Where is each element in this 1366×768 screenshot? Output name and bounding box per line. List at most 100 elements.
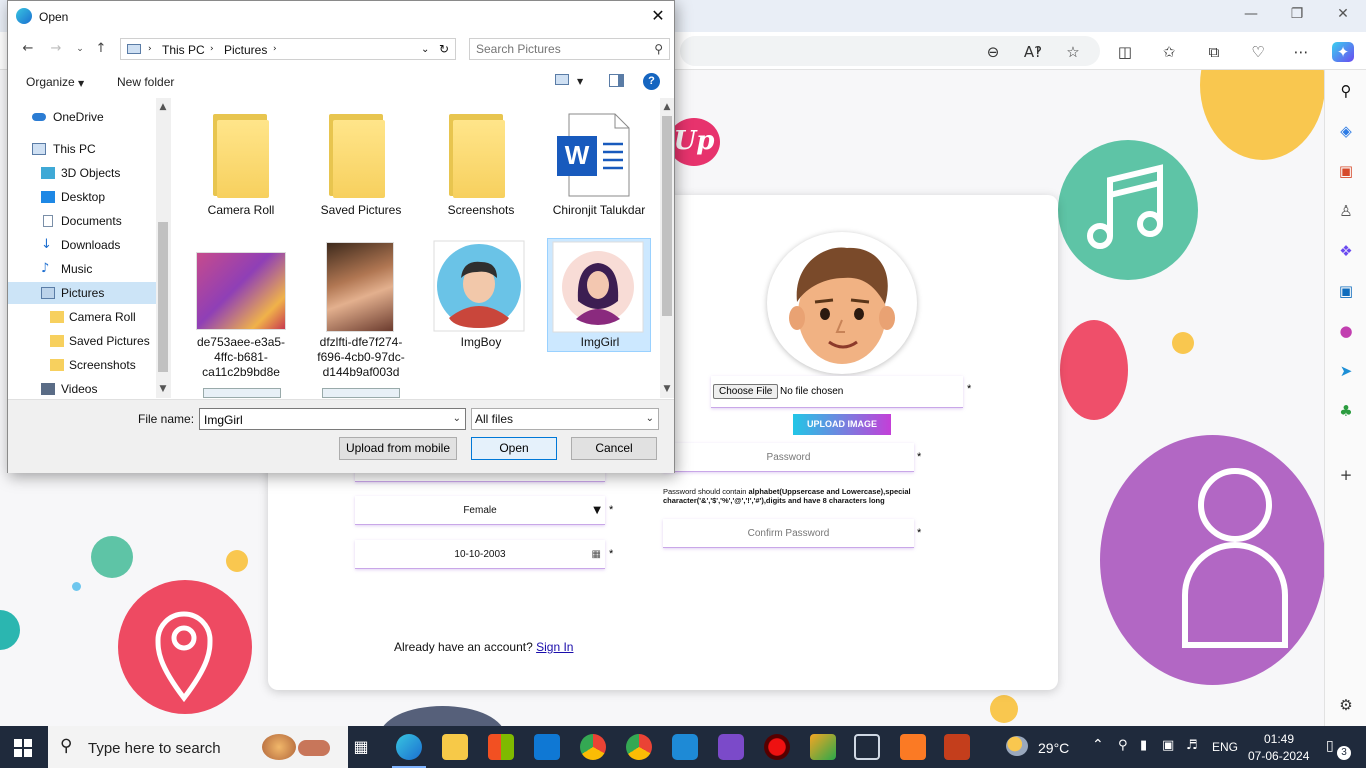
password-input[interactable]: Password (663, 443, 914, 472)
new-folder-button[interactable]: New folder (117, 75, 174, 89)
confirm-password-input[interactable]: Confirm Password (663, 519, 914, 548)
back-arrow-icon[interactable]: ← (20, 41, 36, 57)
zoom-out-icon[interactable]: ⊖ (982, 42, 1004, 62)
file-tile-saved-pictures[interactable]: Saved Pictures (309, 106, 413, 232)
refresh-icon[interactable]: ↻ (439, 42, 449, 56)
powerpoint-icon[interactable] (944, 734, 970, 760)
sidebar-search-icon[interactable]: ⚲ (1335, 80, 1357, 102)
file-type-select[interactable]: All files ⌄ (471, 408, 659, 430)
sidebar-people-icon[interactable]: ♙ (1335, 200, 1357, 222)
file-tile-camera-roll[interactable]: Camera Roll (189, 106, 293, 232)
nav-item-documents[interactable]: Documents (8, 210, 156, 232)
calendar-icon[interactable]: ▦ (592, 540, 601, 569)
copilot-icon[interactable]: ✦ (1332, 42, 1354, 62)
xampp-icon[interactable] (900, 734, 926, 760)
sidebar-send-icon[interactable]: ➤ (1335, 360, 1357, 382)
sidebar-copilot-icon[interactable]: ❖ (1335, 240, 1357, 262)
notification-icon[interactable]: ▯ (1326, 738, 1334, 754)
nav-item-this-pc[interactable]: This PC (8, 138, 156, 160)
recorder-icon[interactable] (764, 734, 790, 760)
sidebar-toolbox-icon[interactable]: ▣ (1335, 160, 1357, 182)
organize-button[interactable]: Organize ▼ (26, 75, 84, 89)
nav-item-screenshots[interactable]: Screenshots (8, 354, 156, 376)
language-indicator[interactable]: ENG (1212, 740, 1238, 754)
scroll-down-icon[interactable]: ▼ (156, 382, 170, 396)
search-pictures-box[interactable]: ⚲ (469, 38, 670, 60)
nav-item-downloads[interactable]: ↓ Downloads (8, 234, 156, 256)
clock-date[interactable]: 07-06-2024 (1248, 749, 1309, 763)
upload-from-mobile-button[interactable]: Upload from mobile (339, 437, 457, 460)
file-tile-photo-1[interactable]: de753aee-e3a5-4ffc-b681-ca11c2b9bd8e (189, 240, 293, 380)
sidebar-designer-icon[interactable]: ● (1335, 320, 1357, 342)
show-hidden-icons-chevron-icon[interactable]: ⌃ (1092, 737, 1104, 753)
more-options-icon[interactable]: ⋯ (1290, 42, 1312, 62)
file-tile-photo-2[interactable]: dfzlfti-dfe7f274-f696-4cb0-97dc-d144b9af… (309, 240, 413, 380)
breadcrumb-this-pc[interactable]: This PC (162, 43, 205, 57)
close-window-icon[interactable]: ✕ (1328, 6, 1358, 26)
edge-taskbar-icon[interactable] (396, 734, 422, 760)
nav-scroll-thumb[interactable] (158, 222, 168, 372)
nav-item-onedrive[interactable]: OneDrive (8, 106, 156, 128)
close-icon[interactable]: ✕ (646, 5, 670, 27)
file-scroll-thumb[interactable] (662, 116, 672, 316)
restore-icon[interactable]: ❐ (1282, 6, 1312, 26)
nav-pane-scrollbar[interactable]: ▲ ▼ (156, 98, 170, 398)
favorites-icon[interactable]: ✩ (1158, 42, 1180, 62)
file-tile-imggirl[interactable]: ImgGirl (547, 238, 651, 352)
change-view-icon[interactable] (555, 74, 569, 85)
open-button[interactable]: Open (471, 437, 557, 460)
paint-tool-icon[interactable] (810, 734, 836, 760)
weather-temperature[interactable]: 29°C (1038, 740, 1069, 756)
sidebar-add-icon[interactable]: + (1335, 464, 1357, 486)
mail-icon[interactable] (534, 734, 560, 760)
choose-file-button[interactable]: Choose File (713, 384, 779, 399)
profile-image-file-input[interactable]: Choose File No file chosen (711, 376, 963, 408)
chevron-down-icon[interactable]: ⌄ (453, 413, 461, 424)
view-dropdown-chevron-icon[interactable]: ▼ (577, 77, 583, 86)
weather-icon[interactable] (1006, 736, 1028, 756)
file-explorer-icon[interactable] (442, 734, 468, 760)
minimize-icon[interactable]: — (1236, 6, 1266, 26)
volume-icon[interactable]: ♬ (1186, 738, 1198, 753)
nav-item-videos[interactable]: Videos (8, 378, 156, 398)
clock-time[interactable]: 01:49 (1264, 732, 1294, 746)
read-aloud-icon[interactable]: A‽ (1022, 42, 1044, 62)
scroll-up-icon[interactable]: ▲ (660, 100, 674, 114)
chrome-profile-icon[interactable] (580, 734, 606, 760)
file-tile-imgboy[interactable]: ImgBoy (429, 240, 533, 380)
nav-item-3d-objects[interactable]: 3D Objects (8, 162, 156, 184)
search-input[interactable] (476, 42, 646, 56)
path-dropdown-chevron-icon[interactable]: ⌄ (421, 44, 429, 55)
file-tile-screenshots[interactable]: Screenshots (429, 106, 533, 232)
nav-item-saved-pictures[interactable]: Saved Pictures (8, 330, 156, 352)
file-pane-scrollbar[interactable]: ▲ ▼ (660, 98, 674, 398)
sidebar-games-icon[interactable]: ♣ (1335, 400, 1357, 422)
microsoft-store-icon[interactable] (488, 734, 514, 760)
preview-pane-icon[interactable] (609, 74, 624, 87)
sidebar-tag-icon[interactable]: ◈ (1335, 120, 1357, 142)
upload-image-button[interactable]: UPLOAD IMAGE (793, 414, 891, 435)
favorite-star-icon[interactable]: ☆ (1062, 42, 1084, 62)
sidebar-settings-icon[interactable]: ⚙ (1335, 694, 1357, 716)
split-screen-icon[interactable]: ◫ (1114, 42, 1136, 62)
taskbar-search-box[interactable]: ⚲ Type here to search (48, 726, 348, 768)
sign-in-link[interactable]: Sign In (536, 640, 573, 654)
path-breadcrumb[interactable]: › This PC › Pictures › ⌄ ↻ (120, 38, 456, 60)
nav-item-camera-roll[interactable]: Camera Roll (8, 306, 156, 328)
up-arrow-icon[interactable]: ↑ (93, 41, 109, 57)
collections-icon[interactable]: ⧉ (1203, 42, 1225, 62)
file-name-combobox[interactable]: ⌄ (199, 408, 466, 430)
forward-arrow-icon[interactable]: → (48, 41, 64, 57)
help-icon[interactable]: ? (643, 73, 660, 90)
date-of-birth-input[interactable]: 10-10-2003 ▦ (355, 540, 605, 569)
battery-icon[interactable]: ▮ (1140, 738, 1147, 753)
vscode-icon[interactable] (672, 734, 698, 760)
file-name-input[interactable] (204, 412, 442, 427)
browser-essentials-icon[interactable]: ♡ (1247, 42, 1269, 62)
task-view-icon[interactable]: ▦ (348, 734, 374, 760)
gender-select[interactable]: Female ▼ (355, 496, 605, 525)
virtualbox-icon[interactable] (854, 734, 880, 760)
sidebar-outlook-icon[interactable]: ▣ (1335, 280, 1357, 302)
scroll-down-icon[interactable]: ▼ (660, 382, 674, 396)
windows-start-icon[interactable] (14, 739, 32, 757)
